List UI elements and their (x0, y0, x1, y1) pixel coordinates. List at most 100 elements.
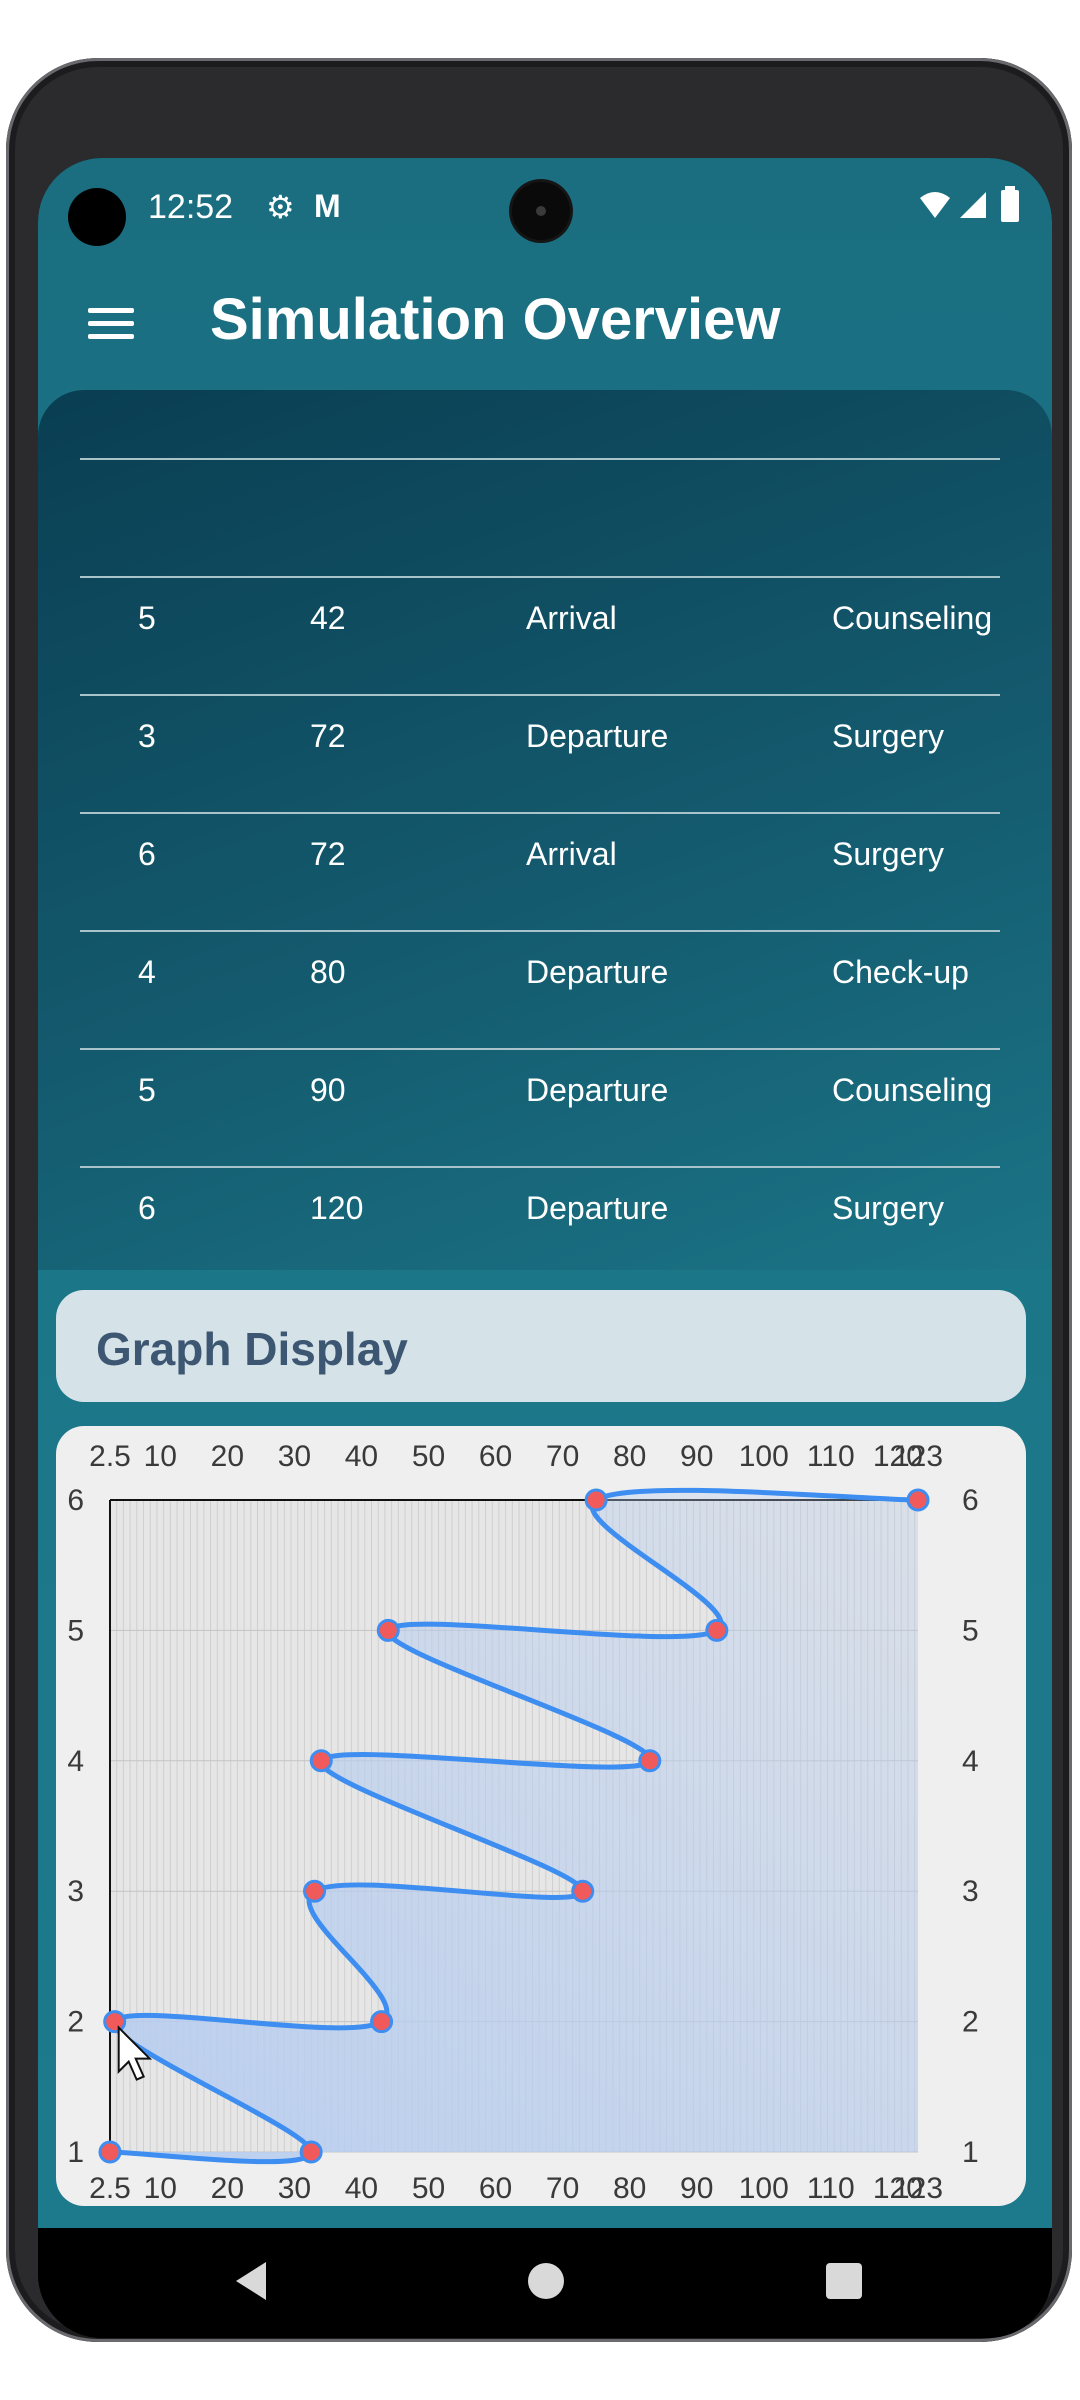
table-cell: 72 (310, 718, 346, 754)
gmail-icon: M (314, 188, 341, 224)
events-table[interactable]: 5 42 Arrival Counseling 3 72 Departure S… (38, 390, 1052, 1270)
table-cell: 80 (310, 954, 346, 990)
status-time: 12:52 (148, 188, 234, 226)
page-title: Simulation Overview (210, 287, 781, 352)
data-point (638, 1749, 662, 1773)
y-tick-label-left: 3 (67, 1875, 84, 1908)
y-tick-label-left: 5 (67, 1614, 84, 1647)
table-cell: Counseling (832, 1072, 993, 1108)
table-cell: Surgery (832, 836, 945, 872)
home-icon[interactable] (524, 2258, 568, 2304)
app-bar: Simulation Overview (38, 258, 1052, 388)
table-cell: 5 (138, 600, 156, 636)
data-point (571, 1879, 595, 1903)
wifi-icon (920, 192, 950, 218)
table-divider (80, 812, 1000, 814)
x-tick-label-bottom: 20 (211, 2172, 244, 2205)
x-tick-label-top: 40 (345, 1440, 378, 1473)
front-camera (512, 182, 570, 240)
y-tick-label-right: 5 (962, 1614, 979, 1647)
table-cell: 4 (138, 954, 156, 990)
table-cell: 120 (310, 1190, 364, 1226)
x-tick-label-top: 50 (412, 1440, 445, 1473)
x-tick-label-top: 80 (613, 1440, 646, 1473)
table-cell: 42 (310, 600, 346, 636)
x-tick-label-bottom: 2.5 (89, 2172, 131, 2205)
battery-icon (1001, 186, 1019, 222)
table-cell: 6 (138, 836, 156, 872)
y-tick-label-right: 6 (962, 1484, 979, 1517)
y-tick-label-right: 3 (962, 1875, 979, 1908)
table-cell: 72 (310, 836, 346, 872)
table-divider (80, 576, 1000, 578)
table-cell: Check-up (832, 954, 969, 990)
table-cell: Departure (526, 1072, 669, 1108)
table-divider (80, 1048, 1000, 1050)
data-point (98, 2140, 122, 2164)
data-point (299, 2140, 323, 2164)
data-point (376, 1618, 400, 1642)
app: 12:52 ⚙ M Simulation Overview 5 42 Arriv… (38, 158, 1052, 2228)
x-tick-label-bottom: 80 (613, 2172, 646, 2205)
table-cell: 90 (310, 1072, 346, 1108)
data-point (103, 2010, 127, 2034)
x-tick-label-bottom: 123 (893, 2172, 943, 2205)
x-tick-label-bottom: 110 (807, 2172, 855, 2205)
navigation-bar (38, 2228, 1052, 2338)
table-cell: Departure (526, 1190, 669, 1226)
table-divider (80, 930, 1000, 932)
table-cell: 6 (138, 1190, 156, 1226)
graph-section-title: Graph Display (96, 1323, 408, 1375)
signal-icon (960, 192, 986, 218)
x-tick-label-bottom: 100 (739, 2172, 789, 2205)
x-tick-label-top: 110 (807, 1440, 855, 1473)
data-point (309, 1749, 333, 1773)
x-tick-label-bottom: 10 (144, 2172, 177, 2205)
status-bar: 12:52 ⚙ M (38, 158, 1052, 258)
x-tick-label-bottom: 90 (680, 2172, 713, 2205)
x-tick-label-top: 30 (278, 1440, 311, 1473)
graph-section-header: Graph Display (56, 1290, 1026, 1402)
x-tick-label-top: 123 (893, 1440, 943, 1473)
table-divider (80, 694, 1000, 696)
line-chart[interactable]: 2.5 2.5 10 10 20 20 30 30 40 40 50 50 60 60 70 70 80 80 90… (56, 1426, 1026, 2206)
table-cell: Departure (526, 954, 669, 990)
table-cell: Counseling (832, 600, 993, 636)
data-point (906, 1488, 930, 1512)
x-tick-label-top: 60 (479, 1440, 512, 1473)
table-cell: Surgery (832, 718, 945, 754)
x-tick-label-top: 10 (144, 1440, 177, 1473)
table-cell: 3 (138, 718, 156, 754)
y-tick-label-left: 2 (67, 2006, 84, 2039)
y-tick-label-right: 2 (962, 2006, 979, 2039)
chart-card[interactable]: 2.5 2.5 10 10 20 20 30 30 40 40 50 50 60 60 70 70 80 80 90… (56, 1426, 1026, 2206)
x-tick-label-top: 70 (546, 1440, 579, 1473)
x-tick-label-top: 20 (211, 1440, 244, 1473)
x-tick-label-top: 2.5 (89, 1440, 131, 1473)
table-cell: 5 (138, 1072, 156, 1108)
data-point (584, 1488, 608, 1512)
settings-icon: ⚙ (266, 189, 295, 225)
table-cell: Departure (526, 718, 669, 754)
recents-icon[interactable] (824, 2258, 864, 2304)
table-divider (80, 1166, 1000, 1168)
x-tick-label-bottom: 30 (278, 2172, 311, 2205)
x-tick-label-top: 90 (680, 1440, 713, 1473)
data-point (705, 1618, 729, 1642)
table-cell: Arrival (526, 836, 617, 872)
y-tick-label-right: 4 (962, 1745, 979, 1778)
table-cell: Arrival (526, 600, 617, 636)
phone-frame: 12:52 ⚙ M Simulation Overview 5 42 Arriv… (6, 58, 1072, 2342)
table-divider (80, 458, 1000, 460)
x-tick-label-bottom: 50 (412, 2172, 445, 2205)
camera-notification-dot (68, 188, 126, 246)
x-tick-label-top: 100 (739, 1440, 789, 1473)
y-tick-label-left: 6 (67, 1484, 84, 1517)
back-icon[interactable] (230, 2258, 270, 2304)
y-tick-label-left: 1 (67, 2136, 84, 2169)
data-point (370, 2010, 394, 2034)
table-cell: Surgery (832, 1190, 945, 1226)
hamburger-menu-icon[interactable] (78, 288, 148, 358)
x-tick-label-bottom: 40 (345, 2172, 378, 2205)
y-tick-label-left: 4 (67, 1745, 84, 1778)
